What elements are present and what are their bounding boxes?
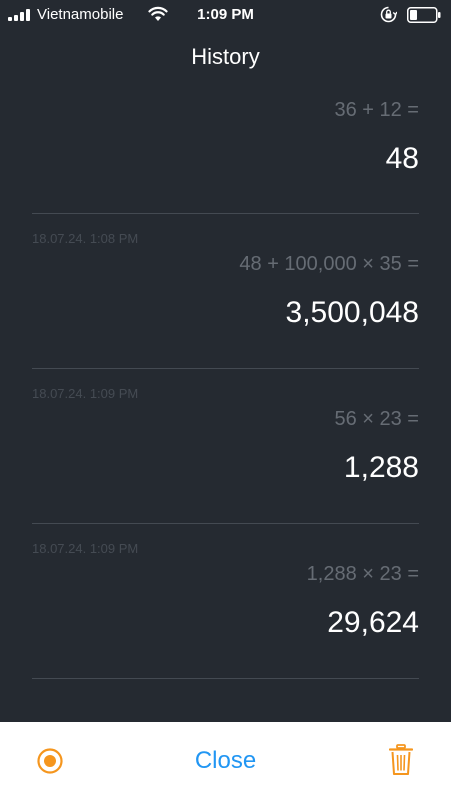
trash-icon[interactable] (389, 744, 413, 776)
close-button[interactable]: Close (195, 747, 256, 774)
history-entry[interactable]: 18.07.24. 1:09 PM 56 × 23 = 1,288 (32, 369, 419, 524)
history-result: 1,288 (343, 451, 419, 484)
history-screen: Vietnamobile 1:09 PM History 36 + 12 = 4… (0, 0, 451, 800)
history-list[interactable]: 36 + 12 = 48 18.07.24. 1:08 PM 48 + 100,… (0, 88, 451, 722)
history-entry[interactable]: 18.07.24. 1:08 PM 48 + 100,000 × 35 = 3,… (32, 214, 419, 369)
history-timestamp: 18.07.24. 1:09 PM (32, 386, 139, 401)
status-bar: Vietnamobile 1:09 PM (0, 0, 451, 32)
history-entry[interactable]: 18.07.24. 1:09 PM 1,288 × 23 = 29,624 (32, 524, 419, 679)
history-expression: 36 + 12 = (334, 99, 419, 121)
bottom-toolbar: Close (0, 722, 451, 800)
history-timestamp: 18.07.24. 1:08 PM (32, 231, 139, 246)
history-result: 3,500,048 (285, 296, 419, 329)
history-entry[interactable]: 36 + 12 = 48 (32, 88, 419, 214)
page-title: History (191, 44, 260, 69)
history-expression: 48 + 100,000 × 35 = (239, 253, 419, 275)
history-timestamp: 18.07.24. 1:09 PM (32, 541, 139, 556)
history-expression: 56 × 23 = (334, 408, 419, 430)
history-result: 29,624 (327, 606, 419, 639)
rotation-lock-icon (380, 6, 397, 23)
record-icon[interactable] (37, 748, 63, 774)
history-expression: 1,288 × 23 = (306, 563, 419, 585)
history-result: 48 (385, 142, 419, 175)
close-button-wrapper: Close (0, 747, 451, 775)
battery-icon (407, 7, 441, 23)
